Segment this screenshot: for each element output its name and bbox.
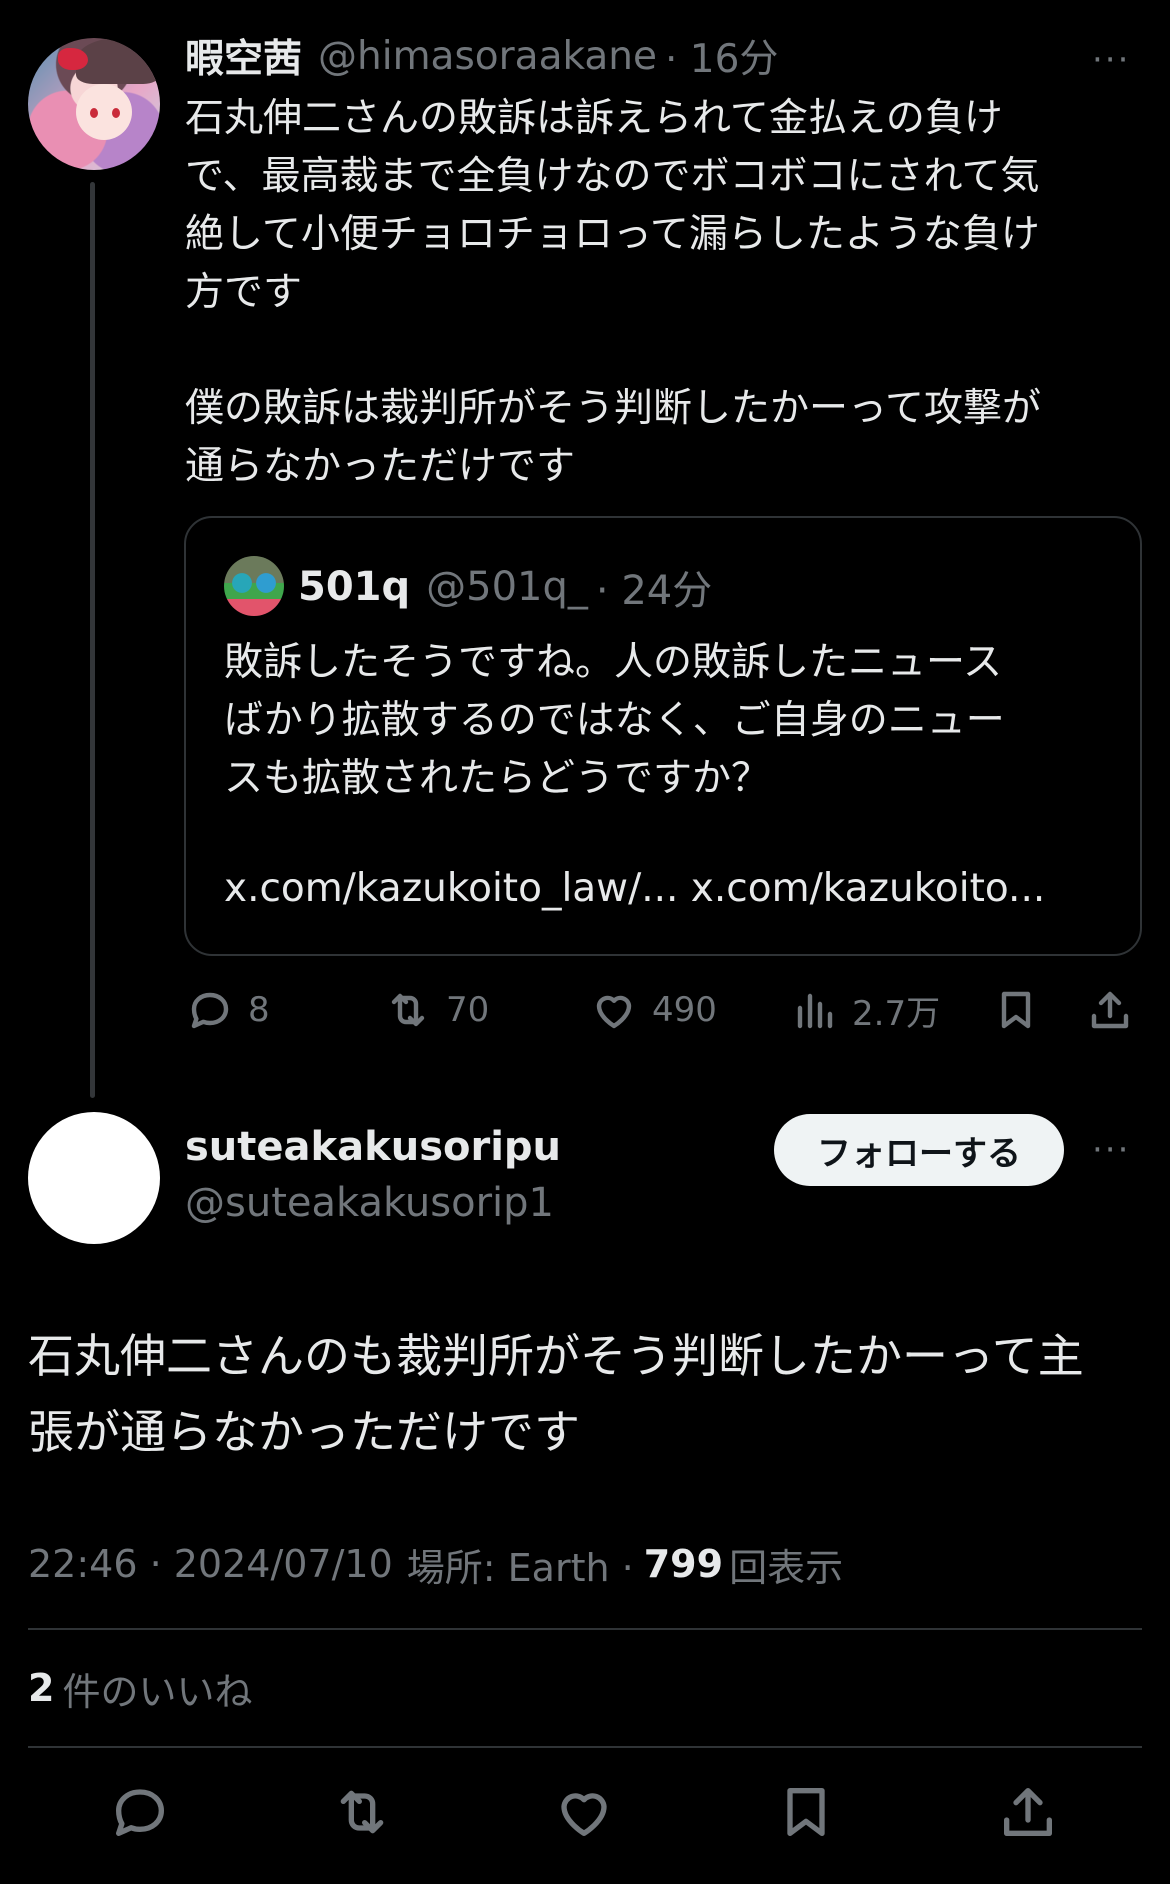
reply-more-icon[interactable]: ··· [1092, 1130, 1130, 1170]
reply-icon [191, 992, 229, 1029]
tweet-time-date[interactable]: 22:46 · 2024/07/10 [28, 1542, 393, 1586]
retweet-count: 70 [446, 990, 490, 1030]
likes-summary[interactable]: 2 件のいいね [28, 1660, 252, 1716]
divider [28, 1746, 1142, 1748]
likes-label: 件のいいね [62, 1669, 253, 1714]
follow-button[interactable]: フォローする [774, 1114, 1064, 1186]
retweet-button[interactable] [330, 1780, 394, 1844]
reply-action-bar [0, 1776, 1170, 1848]
quoted-handle: @501q_ [426, 564, 588, 610]
tweet-views-label: 回表示 [729, 1545, 844, 1590]
parent-timestamp[interactable]: · 16分 [665, 28, 778, 84]
tweet-views-count: 799 [643, 1542, 724, 1586]
views-icon [797, 993, 833, 1029]
retweet-icon [391, 993, 425, 1027]
share-button[interactable] [996, 1780, 1060, 1844]
reply-icon [116, 1789, 164, 1836]
reply-handle[interactable]: @suteakakusorip1 [185, 1180, 554, 1226]
retweet-button[interactable]: 70 [384, 980, 489, 1040]
parent-display-name[interactable]: 暇空茜 [185, 28, 302, 84]
like-count: 490 [652, 990, 717, 1030]
quoted-display-name: 501q [298, 564, 411, 610]
reply-tweet-text: 石丸伸二さんのも裁判所がそう判断したかーって主 張が通らなかっただけです [28, 1329, 1084, 1459]
quoted-links[interactable]: x.com/kazukoito_law/... x.com/kazukoito.… [224, 866, 1045, 911]
retweet-icon [340, 1790, 384, 1834]
parent-avatar[interactable] [28, 38, 160, 170]
parent-action-bar: 8 70 490 2.7万 [186, 980, 1142, 1040]
bookmark-button[interactable] [774, 1780, 838, 1844]
share-icon [1091, 991, 1129, 1029]
like-icon [596, 995, 632, 1029]
quoted-tweet[interactable]: 501q @501q_ · 24分 敗訴したそうですね。人の敗訴したニュース ば… [184, 516, 1142, 956]
like-button[interactable] [552, 1780, 616, 1844]
parent-handle[interactable]: @himasoraakane [318, 34, 657, 79]
likes-count: 2 [28, 1666, 55, 1710]
share-button[interactable] [1086, 980, 1134, 1040]
like-button[interactable]: 490 [590, 980, 717, 1040]
reply-button[interactable]: 8 [186, 980, 270, 1040]
views-button[interactable]: 2.7万 [790, 980, 940, 1040]
reply-button[interactable] [108, 1780, 172, 1844]
parent-more-icon[interactable]: ··· [1092, 40, 1130, 80]
bookmark-icon [787, 1788, 825, 1836]
quoted-avatar [224, 556, 284, 616]
reply-display-name[interactable]: suteakakusoripu [185, 1124, 561, 1170]
bookmark-button[interactable] [992, 980, 1040, 1040]
share-icon [1004, 1788, 1052, 1836]
parent-tweet-header: 暇空茜 @himasoraakane · 16分 [185, 32, 778, 83]
quoted-tweet-header: 501q @501q_ · 24分 [298, 556, 712, 618]
reply-avatar[interactable] [28, 1112, 160, 1244]
bookmark-icon [1001, 991, 1031, 1029]
thread-connector [90, 182, 95, 1098]
quoted-tweet-text: 敗訴したそうですね。人の敗訴したニュース ばかり拡散するのではなく、ご自身のニュ… [224, 640, 1005, 801]
quoted-timestamp: · 24分 [595, 568, 713, 614]
tweet-meta: 22:46 · 2024/07/10 場所: Earth · 799 回表示 [28, 1536, 843, 1592]
divider [28, 1628, 1142, 1630]
reply-count: 8 [248, 990, 270, 1030]
parent-tweet-text: 石丸伸二さんの敗訴は訴えられて金払えの負け で、最高裁まで全負けなのでボコボコに… [185, 96, 1042, 489]
like-icon [561, 1793, 607, 1836]
view-count: 2.7万 [852, 993, 941, 1034]
tweet-location: 場所: Earth · [406, 1545, 634, 1590]
